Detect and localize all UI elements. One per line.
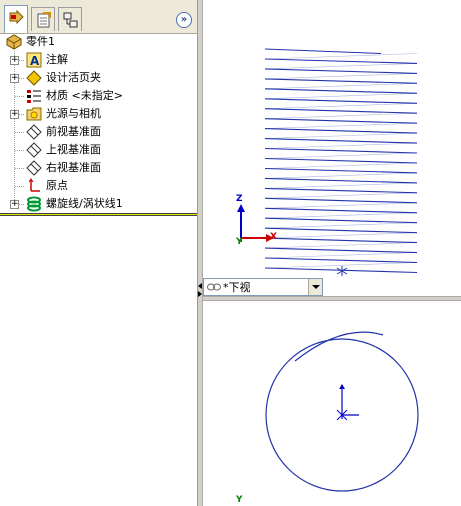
tree-item-label: 光源与相机	[46, 107, 101, 120]
tree-item-label: 右视基准面	[46, 161, 101, 174]
feature-manager-icon	[9, 9, 24, 25]
tree-item-label: 设计活页夹	[46, 71, 101, 84]
tree-item-label: 前视基准面	[46, 125, 101, 138]
collapse-panel-button[interactable]: »	[176, 12, 192, 28]
material-icon	[27, 90, 41, 103]
tree-item-label: 注解	[46, 53, 68, 66]
tree-item-label: 上视基准面	[46, 143, 101, 156]
tree-item-label: 螺旋线/涡状线1	[46, 197, 123, 210]
tree-item-right-plane[interactable]: 右视基准面	[0, 159, 197, 177]
triad-z-label: Z	[236, 194, 243, 204]
tree-item-top-plane[interactable]: 上视基准面	[0, 141, 197, 159]
graphics-viewport-top[interactable]: Z X Y	[203, 0, 461, 296]
tree-item-front-plane[interactable]: 前视基准面	[0, 123, 197, 141]
triad-x-label: X	[270, 232, 277, 242]
chevron-down-icon[interactable]	[308, 279, 322, 295]
tree-item-label: 原点	[46, 179, 68, 192]
tree-item-annotations[interactable]: + A 注解	[0, 51, 197, 69]
expand-toggle[interactable]: +	[10, 200, 19, 209]
plane-icon	[26, 142, 42, 158]
expand-toggle[interactable]: +	[10, 56, 19, 65]
feature-tree: 零件1 + A 注解 + 设计活页夹 材质 <未指定> + 光源与相机 前视基准…	[0, 33, 197, 213]
graphics-viewport-bottom[interactable]: Y	[203, 301, 461, 506]
plane-icon	[26, 124, 42, 140]
tree-root-part[interactable]: 零件1	[0, 33, 197, 51]
link-views-icon	[207, 283, 221, 291]
configuration-manager-icon	[63, 12, 78, 28]
part-icon	[6, 34, 22, 50]
reference-triad-top	[237, 204, 274, 242]
triad-y-label-bottom: Y	[236, 495, 243, 505]
tree-item-design-binder[interactable]: + 设计活页夹	[0, 69, 197, 87]
tree-item-origin[interactable]: 原点	[0, 177, 197, 195]
triad-z-arrowhead	[237, 204, 245, 212]
tree-item-lights-cameras[interactable]: + 光源与相机	[0, 105, 197, 123]
tab-configuration-manager[interactable]	[58, 7, 82, 31]
part-name: 零件1	[26, 35, 55, 48]
helix-icon	[27, 196, 41, 212]
view-select-value: *下视	[223, 281, 251, 294]
lights-cameras-icon	[26, 107, 42, 121]
tab-feature-manager[interactable]	[4, 5, 28, 33]
expand-toggle[interactable]: +	[10, 110, 19, 119]
design-binder-icon	[26, 70, 42, 86]
triad-y-label: Y	[236, 237, 243, 247]
rollback-bar[interactable]	[0, 213, 197, 216]
tree-item-material[interactable]: 材质 <未指定>	[0, 87, 197, 105]
svg-text:A: A	[30, 54, 40, 68]
tree-item-label: 材质 <未指定>	[46, 89, 123, 102]
split-left-arrow-icon[interactable]	[198, 283, 202, 289]
view-orientation-select[interactable]: *下视	[203, 278, 323, 296]
split-right-arrow-icon[interactable]	[198, 291, 202, 297]
property-manager-icon	[37, 12, 51, 28]
plane-icon	[26, 160, 42, 176]
tab-property-manager[interactable]	[31, 7, 55, 31]
annotation-icon: A	[26, 52, 42, 68]
origin-icon	[28, 178, 40, 192]
feature-manager-panel: » 零件1 + A 注解 + 设计活页夹 材质 <未指定> + 光源与相机 前视…	[0, 0, 198, 506]
expand-toggle[interactable]: +	[10, 74, 19, 83]
manager-tab-strip: »	[0, 0, 197, 34]
tree-item-helix[interactable]: + 螺旋线/涡状线1	[0, 195, 197, 213]
helix-top-view	[265, 331, 419, 492]
